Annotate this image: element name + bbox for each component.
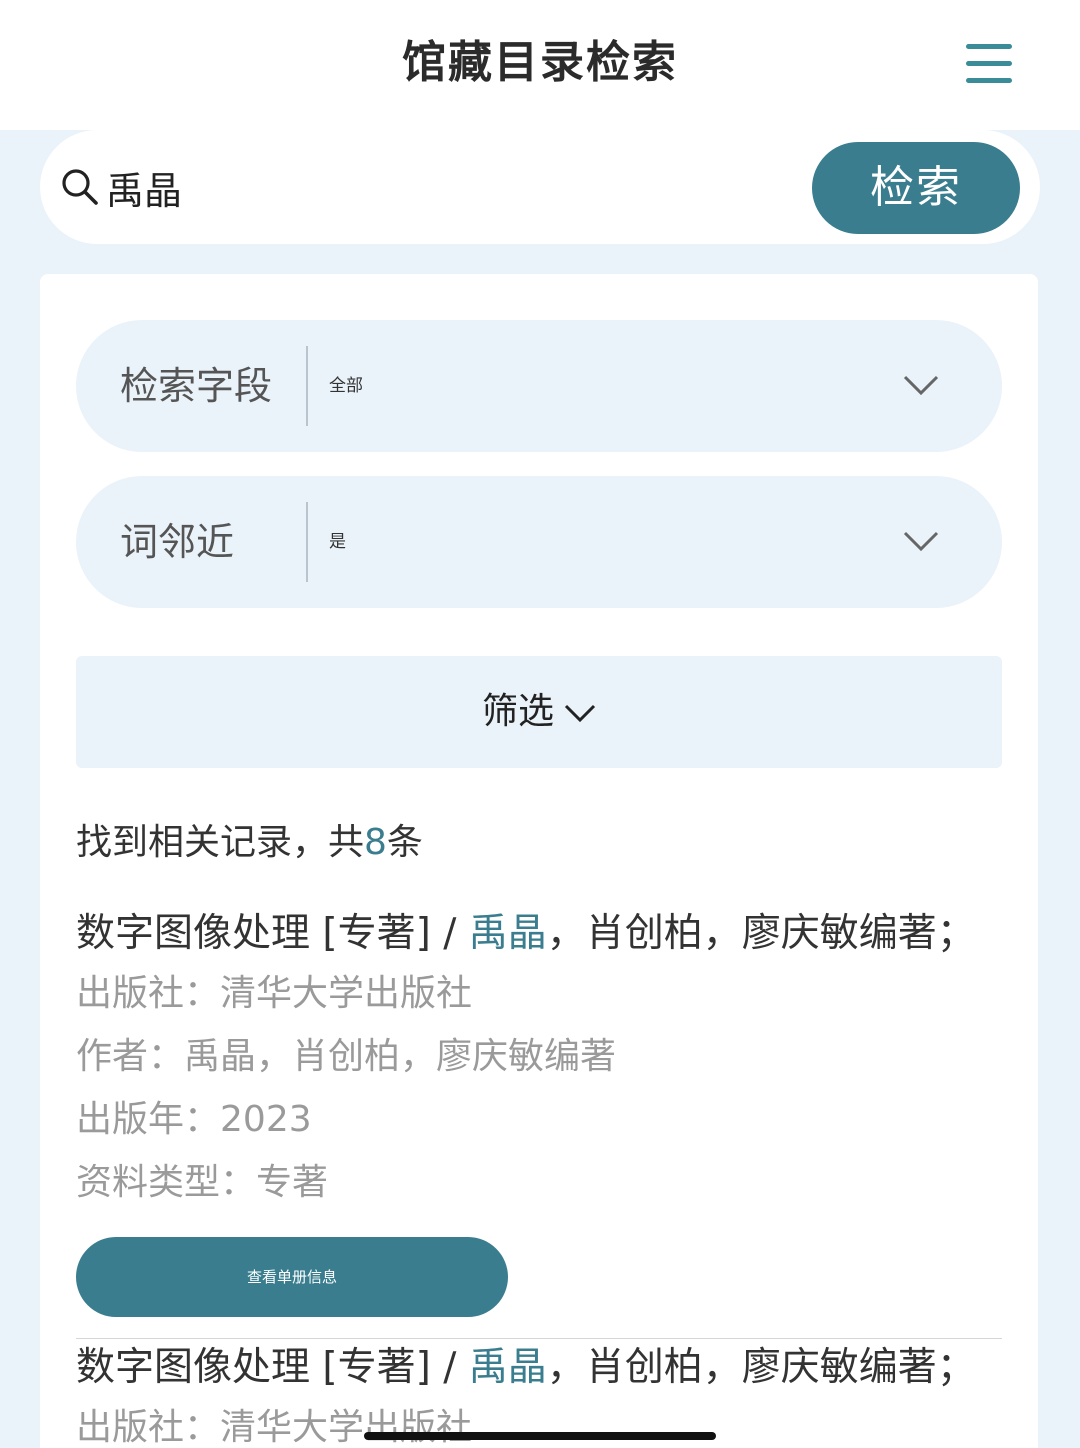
publisher-label: 出版社： xyxy=(76,973,221,1014)
search-icon xyxy=(62,169,98,205)
publisher-label: 出版社： xyxy=(76,1407,221,1448)
search-bar: 检索 xyxy=(40,130,1040,244)
divider xyxy=(306,346,308,426)
proximity-select-value: 是 xyxy=(329,532,346,552)
record-divider xyxy=(76,1338,1002,1339)
record-title-suffix: ，肖创柏，廖庆敏编著； xyxy=(546,1345,976,1390)
filter-toggle-content: 筛选 xyxy=(76,656,1002,768)
record-publisher: 出版社：清华大学出版社 xyxy=(76,1396,1002,1448)
result-count-suffix: 条 xyxy=(386,822,423,863)
record-type: 资料类型：专著 xyxy=(76,1151,1002,1214)
result-count-prefix: 找到相关记录，共 xyxy=(76,822,365,863)
search-button[interactable]: 检索 xyxy=(812,142,1020,234)
app-header: 馆藏目录检索 xyxy=(0,0,1080,130)
result-record: 数字图像处理 [专著] / 禹晶，肖创柏，廖庆敏编著； 出版社：清华大学出版社 … xyxy=(76,906,1002,1317)
search-panel: 检索字段 全部 词邻近 是 筛选 找到相关记录，共8条 数字图像处理 [专著] … xyxy=(40,274,1038,1448)
record-year: 出版年：2023 xyxy=(76,1088,1002,1151)
field-select-label: 检索字段 xyxy=(120,364,273,408)
field-select[interactable]: 检索字段 全部 xyxy=(76,320,1002,452)
field-select-value: 全部 xyxy=(329,376,363,396)
view-items-button[interactable]: 查看单册信息 xyxy=(76,1237,508,1317)
search-input[interactable] xyxy=(106,158,796,216)
year-value: 2023 xyxy=(220,1099,312,1140)
divider xyxy=(306,502,308,582)
record-title-prefix: 数字图像处理 [专著] / xyxy=(76,1345,469,1390)
type-value: 专著 xyxy=(256,1162,329,1203)
record-title-prefix: 数字图像处理 [专著] / xyxy=(76,911,469,956)
publisher-value: 清华大学出版社 xyxy=(220,973,473,1014)
home-indicator[interactable] xyxy=(364,1432,716,1440)
record-author-highlight: 禹晶 xyxy=(468,911,547,956)
year-label: 出版年： xyxy=(76,1099,221,1140)
author-label: 作者： xyxy=(76,1036,185,1077)
record-author-highlight: 禹晶 xyxy=(468,1345,547,1390)
chevron-down-icon xyxy=(903,375,939,396)
page-title: 馆藏目录检索 xyxy=(402,37,678,88)
type-label: 资料类型： xyxy=(76,1162,257,1203)
menu-icon[interactable] xyxy=(960,40,1016,88)
proximity-select-label: 词邻近 xyxy=(120,520,235,564)
record-title[interactable]: 数字图像处理 [专著] / 禹晶，肖创柏，廖庆敏编著； xyxy=(76,906,1002,962)
proximity-select[interactable]: 词邻近 是 xyxy=(76,476,1002,608)
record-title[interactable]: 数字图像处理 [专著] / 禹晶，肖创柏，廖庆敏编著； xyxy=(76,1340,1002,1396)
chevron-down-icon xyxy=(903,531,939,552)
result-count: 找到相关记录，共8条 xyxy=(76,818,423,868)
record-title-suffix: ，肖创柏，廖庆敏编著； xyxy=(546,911,976,956)
filter-toggle-label: 筛选 xyxy=(481,691,554,732)
filter-toggle[interactable]: 筛选 xyxy=(76,656,1002,768)
chevron-down-icon xyxy=(564,704,596,723)
result-count-number: 8 xyxy=(364,822,387,863)
record-publisher: 出版社：清华大学出版社 xyxy=(76,962,1002,1025)
publisher-value: 清华大学出版社 xyxy=(220,1407,473,1448)
page: 馆藏目录检索 检索 检索字段 全部 词邻近 是 xyxy=(0,0,1080,1448)
author-value: 禹晶，肖创柏，廖庆敏编著 xyxy=(184,1036,617,1077)
record-author: 作者：禹晶，肖创柏，廖庆敏编著 xyxy=(76,1025,1002,1088)
